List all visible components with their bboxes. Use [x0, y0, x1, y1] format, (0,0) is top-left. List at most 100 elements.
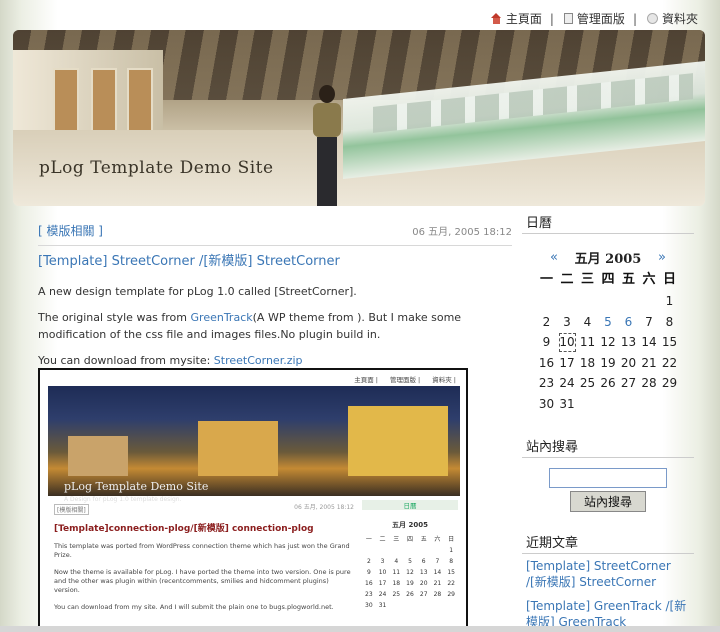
screenshot-paragraph: This template was ported from WordPress …: [54, 542, 350, 559]
calendar-month: 五月 2005: [574, 252, 642, 267]
screenshot-category: [模版相關]: [54, 504, 89, 515]
top-nav: 主頁面 | 管理面版 | 資料夾: [490, 10, 698, 27]
calendar-day: 21: [641, 355, 657, 370]
screenshot-calendar-day: 23: [365, 591, 373, 598]
nav-folder[interactable]: 資料夾: [646, 10, 698, 27]
screenshot-calendar-day: 14: [433, 569, 442, 576]
screenshot-calendar-title: 五月 2005: [392, 521, 428, 529]
screenshot-calendar-day: 15: [447, 569, 455, 576]
post-paragraph-1: A new design template for pLog 1.0 calle…: [38, 285, 357, 298]
post-header: [ 模版相關 ] 06 五月, 2005 18:12: [38, 222, 512, 239]
screenshot-banner: pLog Template Demo Site A Design for pLo…: [48, 386, 460, 503]
calendar-day: 4: [583, 314, 592, 329]
calendar-blank: [558, 291, 577, 312]
search-button[interactable]: 站內搜尋: [570, 491, 646, 512]
calendar-day: 31: [559, 396, 575, 411]
screenshot-calendar-day: 24: [378, 591, 387, 598]
screenshot-calendar-day: [431, 547, 445, 554]
calendar-prev-button[interactable]: «: [550, 250, 558, 265]
calendar-day: 27: [620, 376, 637, 390]
calendar-day: 18: [579, 355, 596, 370]
screenshot-building: [68, 436, 128, 476]
calendar-blank: [619, 291, 638, 312]
screenshot-calendar-day: 30: [365, 602, 373, 609]
recent-post-link[interactable]: [Template] StreetCorner /[新模版] StreetCor…: [522, 554, 694, 594]
screenshot-nav: 主頁面 | 管理面版 | 資料夾 |: [354, 374, 456, 384]
screenshot-building: [348, 406, 448, 476]
search-input[interactable]: [549, 468, 667, 488]
calendar-weekday: 五: [621, 272, 635, 287]
nav-home[interactable]: 主頁面: [490, 10, 542, 27]
calendar-day: 24: [559, 376, 575, 390]
calendar-heading: 日曆: [522, 210, 694, 234]
download-link[interactable]: StreetCorner.zip: [214, 354, 303, 367]
calendar-day[interactable]: 5: [599, 312, 618, 333]
screenshot-calendar-weekday: 三: [393, 536, 400, 543]
calendar-day: 16: [538, 355, 555, 370]
sidebar: 日曆 « 五月 2005 » 一二三四五六日 1 2 3 4 5 6 7 8 9 10 11 12 13 1…: [522, 210, 694, 632]
screenshot-calendar-day: 4: [394, 558, 399, 565]
search-form: 站內搜尋: [522, 468, 694, 512]
screenshot-calendar-day: [403, 547, 417, 554]
calendar-grid: 一二三四五六日 1 2 3 4 5 6 7 8 9 10 11 12 13 14 15 16 17 18 19 20 21…: [522, 269, 694, 414]
calendar-nav: « 五月 2005 »: [522, 248, 694, 267]
main-content: [ 模版相關 ] 06 五月, 2005 18:12 [Template] St…: [38, 222, 512, 630]
screenshot-calendar-day: 12: [406, 569, 414, 576]
person-legs: [317, 137, 337, 206]
p2-prefix: The original style was from: [38, 311, 191, 324]
screenshot-calendar-day: 8: [449, 558, 454, 565]
screenshot-calendar-day: 17: [378, 580, 387, 587]
screenshot-calendar-day: [389, 547, 403, 554]
calendar-blank: [537, 291, 556, 312]
greentrack-link[interactable]: GreenTrack: [191, 311, 253, 324]
calendar-weekday: 一: [539, 272, 553, 287]
nav-admin-label: 管理面版: [576, 12, 625, 26]
screenshot-calendar-day: 28: [433, 591, 442, 598]
post-title-link[interactable]: [Template] StreetCorner /[新模版] StreetCor…: [38, 245, 512, 269]
screenshot-calendar-weekday: 二: [379, 536, 386, 543]
screenshot-calendar-day: 22: [447, 580, 455, 587]
screenshot-calendar-day: 31: [378, 602, 387, 609]
calendar-day: 17: [559, 355, 575, 370]
home-icon: [490, 13, 502, 24]
calendar-day[interactable]: 6: [619, 312, 638, 333]
screenshot-calendar-day: [417, 547, 431, 554]
nav-admin[interactable]: 管理面版: [563, 10, 625, 27]
screenshot-calendar-day: 26: [406, 591, 414, 598]
screenshot-calendar-weekday: 五: [420, 536, 427, 543]
screenshot-calendar-day: [376, 547, 390, 554]
screenshot-calendar-day: 1: [449, 547, 454, 554]
calendar-next-button[interactable]: »: [658, 250, 666, 265]
post-category-link[interactable]: [ 模版相關 ]: [38, 222, 103, 239]
p3-prefix: You can download from mysite:: [38, 354, 214, 367]
post-paragraph-3: You can download from mysite: StreetCorn…: [38, 352, 512, 369]
folder-icon: [646, 13, 658, 24]
screenshot-calendar-day: [362, 547, 376, 554]
screenshot-site-title: pLog Template Demo Site: [64, 480, 209, 493]
banner-poster: [91, 68, 117, 138]
calendar-day: 20: [620, 355, 637, 370]
screenshot-main: [模版相關] 06 五月, 2005 18:12 [Template]conne…: [54, 502, 354, 612]
screenshot-calendar-day: 10: [378, 569, 387, 576]
nav-home-label: 主頁面: [505, 12, 542, 26]
calendar-day: 22: [661, 355, 678, 370]
post-paragraph-2: The original style was from GreenTrack(A…: [38, 309, 512, 343]
calendar-day: 7: [645, 314, 653, 329]
calendar-day: 25: [579, 376, 596, 390]
nav-separator: |: [549, 11, 554, 26]
nav-separator: |: [632, 11, 637, 26]
calendar-weekday: 四: [601, 272, 615, 287]
calendar-day: 29: [661, 376, 678, 390]
recent-heading: 近期文章: [522, 530, 694, 554]
calendar-day: 8: [665, 314, 674, 329]
screenshot-paragraph: Now the theme is available for pLog. I h…: [54, 568, 351, 594]
banner-poster: [53, 68, 79, 138]
calendar-day: 2: [542, 314, 551, 329]
screenshot-nav-item: 資料夾 |: [432, 376, 456, 384]
screenshot-calendar-heading: 日曆: [362, 500, 458, 510]
screenshot-nav-item: 管理面版 |: [389, 376, 421, 384]
calendar-weekday: 二: [560, 272, 574, 287]
document-icon: [563, 13, 573, 24]
calendar-day: 19: [600, 355, 616, 370]
site-title: pLog Template Demo Site: [39, 158, 274, 178]
